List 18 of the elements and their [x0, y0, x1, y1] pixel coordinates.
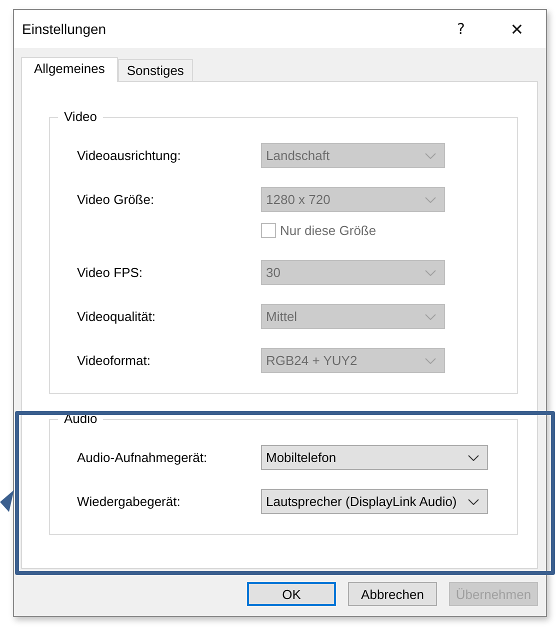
window-title: Einstellungen [22, 21, 108, 37]
field-label: Wiedergabegerät: [77, 494, 182, 509]
dialog-button[interactable]: OK [247, 582, 336, 606]
group-title: Video [58, 109, 104, 124]
help-button[interactable]: ? [446, 14, 476, 44]
dropdown[interactable]: Mobiltelefon [261, 445, 488, 470]
dropdown[interactable]: Lautsprecher (DisplayLink Audio) [261, 489, 488, 514]
dialog-button[interactable]: Abbrechen [348, 582, 437, 606]
field-label: Videoqualität: [77, 309, 157, 324]
field-label: Videoausrichtung: [77, 148, 182, 163]
field-label: Video FPS: [77, 265, 144, 280]
tab[interactable]: Allgemeines [21, 57, 118, 82]
field-label: Video Größe: [77, 192, 156, 207]
field-label: Audio-Aufnahmegerät: [77, 450, 208, 465]
tab[interactable]: Sonstiges [118, 59, 193, 81]
field-label: Videoformat: [77, 353, 152, 368]
close-button[interactable]: ✕ [502, 14, 532, 44]
checkbox-label: Nur diese Größe [280, 223, 376, 238]
